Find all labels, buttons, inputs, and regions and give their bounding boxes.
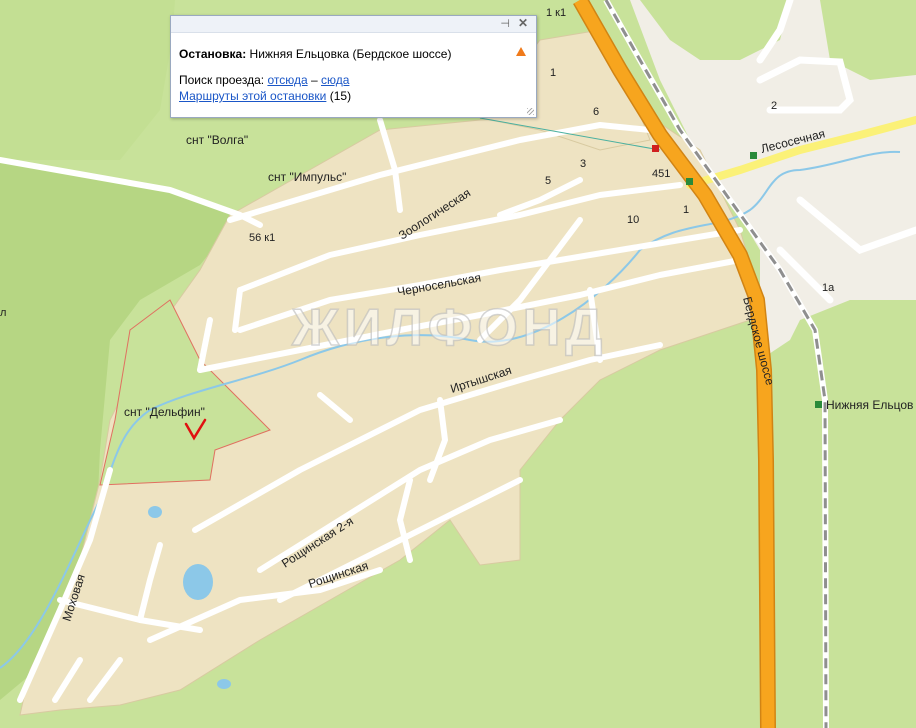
house-number: 1 (550, 67, 556, 79)
area-label-delfin: снт "Дельфин" (124, 405, 205, 419)
route-dash: – (310, 73, 318, 87)
house-number: 1 (683, 204, 689, 216)
house-number: 6 (593, 106, 599, 118)
stop-routes-link[interactable]: Маршруты этой остановки (179, 89, 326, 103)
route-from-link[interactable]: отсюда (267, 73, 307, 87)
area-label-volga: снт "Волга" (186, 133, 248, 147)
popup-title-value: Нижняя Ельцовка (Бердское шоссе) (249, 47, 452, 61)
pond-tiny (217, 679, 231, 689)
popup-title: Остановка: Нижняя Ельцовка (Бердское шос… (179, 47, 451, 61)
route-search-label: Поиск проезда: (179, 73, 265, 87)
bus-stop-icon[interactable] (652, 145, 659, 152)
route-search-row: Поиск проезда: отсюда – сюда (179, 73, 349, 87)
house-number: 1 к1 (546, 7, 566, 19)
house-number: 10 (627, 214, 639, 226)
pond-large (183, 564, 213, 600)
house-number: 5 (545, 175, 551, 187)
house-number: л (0, 307, 6, 319)
route-to-link[interactable]: сюда (321, 73, 349, 87)
pin-icon[interactable]: ⊣ (500, 17, 510, 30)
green-patch-se (775, 300, 916, 728)
bus-stop-icon-3[interactable] (750, 152, 757, 159)
stop-label: Нижняя Ельцов (826, 398, 913, 412)
stop-info-popup: ⊣ ✕ Остановка: Нижняя Ельцовка (Бердское… (170, 15, 537, 118)
popup-titlebar (171, 16, 536, 33)
area-label-impuls: снт "Импульс" (268, 170, 346, 184)
bus-stop-icon-2[interactable] (686, 178, 693, 185)
bus-stop-icon-4[interactable] (815, 401, 822, 408)
resize-grip-icon[interactable] (527, 108, 534, 115)
house-number: 56 к1 (249, 232, 275, 244)
popup-title-label: Остановка: (179, 47, 247, 61)
watermark: ЖИЛФОНД (291, 299, 607, 357)
house-number: 1а (822, 282, 835, 294)
routes-row: Маршруты этой остановки (15) (179, 89, 351, 103)
routes-count: (15) (329, 89, 352, 103)
house-number: 2 (771, 100, 777, 112)
pond-small (148, 506, 162, 518)
house-number: 3 (580, 158, 586, 170)
warning-icon[interactable] (516, 47, 526, 56)
close-icon[interactable]: ✕ (518, 16, 528, 30)
house-number: 451 (652, 168, 670, 180)
